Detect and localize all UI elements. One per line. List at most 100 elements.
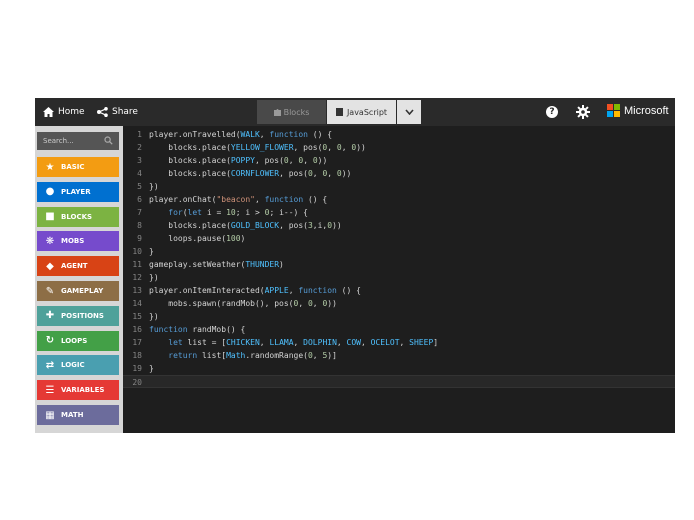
settings-button[interactable] bbox=[576, 105, 590, 122]
code-line[interactable]: 10} bbox=[123, 245, 675, 258]
cube-icon: ■ bbox=[45, 211, 55, 223]
category-basic[interactable]: ★ BASIC bbox=[37, 157, 119, 177]
chevron-down-icon bbox=[404, 109, 414, 115]
code-line[interactable]: 5}) bbox=[123, 180, 675, 193]
editor-dropdown-button[interactable] bbox=[397, 100, 421, 124]
category-math[interactable]: ▦ MATH bbox=[37, 405, 119, 425]
category-blocks[interactable]: ■ BLOCKS bbox=[37, 206, 119, 227]
category-logic[interactable]: ⇄ LOGIC bbox=[37, 355, 119, 376]
category-label: POSITIONS bbox=[61, 311, 104, 320]
microsoft-logo-icon bbox=[607, 104, 620, 117]
list-icon: ☰ bbox=[45, 384, 55, 396]
line-number: 11 bbox=[132, 260, 142, 269]
line-number: 19 bbox=[132, 364, 142, 373]
code-text: player.onTravelled(WALK, function () { bbox=[149, 130, 333, 139]
code-line[interactable]: 9 loops.pause(100) bbox=[123, 232, 675, 245]
code-line[interactable]: 8 blocks.place(GOLD_BLOCK, pos(3,i,0)) bbox=[123, 219, 675, 232]
code-text: }) bbox=[149, 273, 159, 282]
code-line[interactable]: 3 blocks.place(POPPY, pos(0, 0, 0)) bbox=[123, 154, 675, 167]
line-number: 3 bbox=[137, 156, 142, 165]
search-placeholder: Search... bbox=[43, 137, 74, 145]
wrench-icon: ✎ bbox=[45, 285, 55, 297]
category-label: AGENT bbox=[61, 262, 88, 271]
brand-name: Microsoft bbox=[624, 104, 669, 117]
js-file-icon bbox=[335, 108, 343, 116]
line-number: 1 bbox=[137, 130, 142, 139]
microsoft-logo[interactable]: Microsoft bbox=[607, 104, 669, 117]
crosshair-icon: ✚ bbox=[45, 310, 55, 322]
code-line[interactable]: 14 mobs.spawn(randMob(), pos(0, 0, 0)) bbox=[123, 297, 675, 310]
line-number: 6 bbox=[137, 195, 142, 204]
category-label: MATH bbox=[61, 411, 84, 419]
line-number: 4 bbox=[137, 169, 142, 178]
category-positions[interactable]: ✚ POSITIONS bbox=[37, 305, 119, 326]
code-line[interactable]: 19} bbox=[123, 362, 675, 375]
code-line[interactable]: 16 function randMob() { bbox=[123, 323, 675, 336]
share-label: Share bbox=[112, 107, 138, 117]
category-label: PLAYER bbox=[61, 187, 91, 196]
category-label: LOGIC bbox=[61, 361, 85, 370]
line-number: 10 bbox=[132, 247, 142, 256]
line-number: 14 bbox=[132, 299, 142, 308]
code-text: blocks.place(CORNFLOWER, pos(0, 0, 0)) bbox=[149, 169, 352, 178]
category-gameplay[interactable]: ✎ GAMEPLAY bbox=[37, 281, 119, 301]
tab-blocks[interactable]: Blocks bbox=[257, 100, 326, 124]
tab-javascript[interactable]: JavaScript bbox=[327, 100, 396, 124]
category-label: LOOPS bbox=[61, 336, 88, 345]
code-line[interactable]: 18 return list[Math.randomRange(0, 5)] bbox=[123, 349, 675, 362]
category-variables[interactable]: ☰ VARIABLES bbox=[37, 380, 119, 401]
code-line[interactable]: 20 bbox=[123, 375, 675, 388]
toolbox: Search... ★ BASIC ● PLAYER ■ BLOCKS ❋ MOBS ◆ AGEN… bbox=[35, 126, 123, 433]
home-button[interactable]: Home bbox=[43, 98, 85, 126]
code-text: return list[Math.randomRange(0, 5)] bbox=[168, 351, 337, 360]
search-icon bbox=[104, 136, 113, 145]
puzzle-icon bbox=[273, 109, 281, 116]
tab-blocks-label: Blocks bbox=[283, 107, 310, 117]
header-bar: Home Share Blocks JavaScript ? Microsoft bbox=[35, 98, 675, 126]
code-text: blocks.place(YELLOW_FLOWER, pos(0, 0, 0)… bbox=[149, 143, 366, 152]
category-mobs[interactable]: ❋ MOBS bbox=[37, 231, 119, 252]
line-number: 12 bbox=[132, 273, 142, 282]
code-line[interactable]: 12}) bbox=[123, 271, 675, 284]
code-line[interactable]: 4 blocks.place(CORNFLOWER, pos(0, 0, 0)) bbox=[123, 167, 675, 180]
code-text: player.onChat("beacon", function () { bbox=[149, 195, 328, 204]
code-text: let list = [CHICKEN, LLAMA, DOLPHIN, COW… bbox=[168, 338, 439, 347]
share-button[interactable]: Share bbox=[97, 98, 138, 126]
code-line[interactable]: 17 let list = [CHICKEN, LLAMA, DOLPHIN, … bbox=[123, 336, 675, 349]
code-line[interactable]: 2 blocks.place(YELLOW_FLOWER, pos(0, 0, … bbox=[123, 141, 675, 154]
category-player[interactable]: ● PLAYER bbox=[37, 181, 119, 202]
line-number: 9 bbox=[137, 234, 142, 243]
help-icon: ? bbox=[549, 107, 555, 117]
toolbox-search-input[interactable]: Search... bbox=[37, 132, 119, 150]
help-button[interactable]: ? bbox=[546, 106, 558, 118]
paw-icon: ❋ bbox=[45, 235, 55, 247]
line-number: 13 bbox=[132, 286, 142, 295]
category-label: BLOCKS bbox=[61, 212, 93, 221]
code-text: blocks.place(GOLD_BLOCK, pos(3,i,0)) bbox=[149, 221, 342, 230]
code-text: player.onItemInteracted(APPLE, function … bbox=[149, 286, 361, 295]
line-number: 15 bbox=[132, 312, 142, 321]
category-agent[interactable]: ◆ AGENT bbox=[37, 256, 119, 277]
code-text: gameplay.setWeather(THUNDER) bbox=[149, 260, 284, 269]
code-text: loops.pause(100) bbox=[149, 234, 246, 243]
line-number: 20 bbox=[132, 378, 142, 387]
person-icon: ● bbox=[45, 186, 55, 198]
category-loops[interactable]: ↻ LOOPS bbox=[37, 330, 119, 351]
category-label: GAMEPLAY bbox=[61, 287, 104, 295]
code-line[interactable]: 13 player.onItemInteracted(APPLE, functio… bbox=[123, 284, 675, 297]
star-icon: ★ bbox=[45, 161, 55, 173]
code-text: }) bbox=[149, 182, 159, 191]
code-line[interactable]: 6 player.onChat("beacon", function () { bbox=[123, 193, 675, 206]
code-editor[interactable]: 1 player.onTravelled(WALK, function () { 2… bbox=[123, 126, 675, 433]
gear-icon bbox=[576, 105, 590, 119]
code-line[interactable]: 1 player.onTravelled(WALK, function () { bbox=[123, 128, 675, 141]
code-text: }) bbox=[149, 312, 159, 321]
code-line[interactable]: 15}) bbox=[123, 310, 675, 323]
code-line[interactable]: 7 for(let i = 10; i > 0; i--) { bbox=[123, 206, 675, 219]
makecode-editor-window: Home Share Blocks JavaScript ? Microsoft… bbox=[35, 98, 675, 433]
code-line[interactable]: 11 gameplay.setWeather(THUNDER) bbox=[123, 258, 675, 271]
code-text: blocks.place(POPPY, pos(0, 0, 0)) bbox=[149, 156, 328, 165]
line-number: 2 bbox=[137, 143, 142, 152]
line-number: 18 bbox=[132, 351, 142, 360]
home-label: Home bbox=[58, 107, 85, 117]
